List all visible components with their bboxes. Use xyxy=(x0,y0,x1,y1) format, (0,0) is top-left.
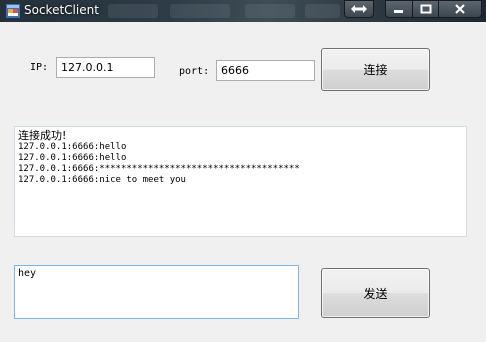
connect-button[interactable]: 连接 xyxy=(321,48,430,91)
log-line: 127.0.0.1:6666:hello xyxy=(18,142,127,152)
minimize-button[interactable] xyxy=(385,0,413,18)
send-button-label: 发送 xyxy=(363,286,388,301)
send-button[interactable]: 发送 xyxy=(321,268,430,318)
ip-label: IP: xyxy=(30,62,49,73)
maximize-button[interactable] xyxy=(412,0,439,18)
title-bar-blur xyxy=(305,4,340,18)
port-input[interactable]: 6666 xyxy=(216,60,315,81)
log-line: 连接成功! xyxy=(18,129,67,142)
port-label: port: xyxy=(179,66,210,77)
socket-client-window: SocketClient IP: 127.0.0.1 port: 6666 连接 xyxy=(0,0,486,342)
title-bar-blur xyxy=(245,4,295,18)
log-line: 127.0.0.1:6666:hello xyxy=(18,153,127,163)
window-title: SocketClient xyxy=(24,3,99,17)
connect-button-label: 连接 xyxy=(363,63,388,77)
title-bar-blur xyxy=(108,4,158,18)
minimize-icon xyxy=(394,10,403,13)
app-icon xyxy=(6,4,20,18)
resize-button[interactable] xyxy=(344,0,374,18)
close-button[interactable] xyxy=(438,0,482,18)
double-arrow-icon xyxy=(351,5,367,13)
title-bar-blur xyxy=(170,4,230,18)
message-log[interactable]: 连接成功! 127.0.0.1:6666:hello 127.0.0.1:666… xyxy=(14,126,467,237)
log-line: 127.0.0.1:6666:nice to meet you xyxy=(18,175,186,185)
maximize-icon xyxy=(420,4,431,14)
message-input[interactable]: hey xyxy=(14,265,299,319)
title-bar[interactable]: SocketClient xyxy=(0,0,486,22)
log-line: 127.0.0.1:6666:*************************… xyxy=(18,164,300,174)
ip-input[interactable]: 127.0.0.1 xyxy=(56,57,155,78)
close-icon xyxy=(455,4,465,14)
